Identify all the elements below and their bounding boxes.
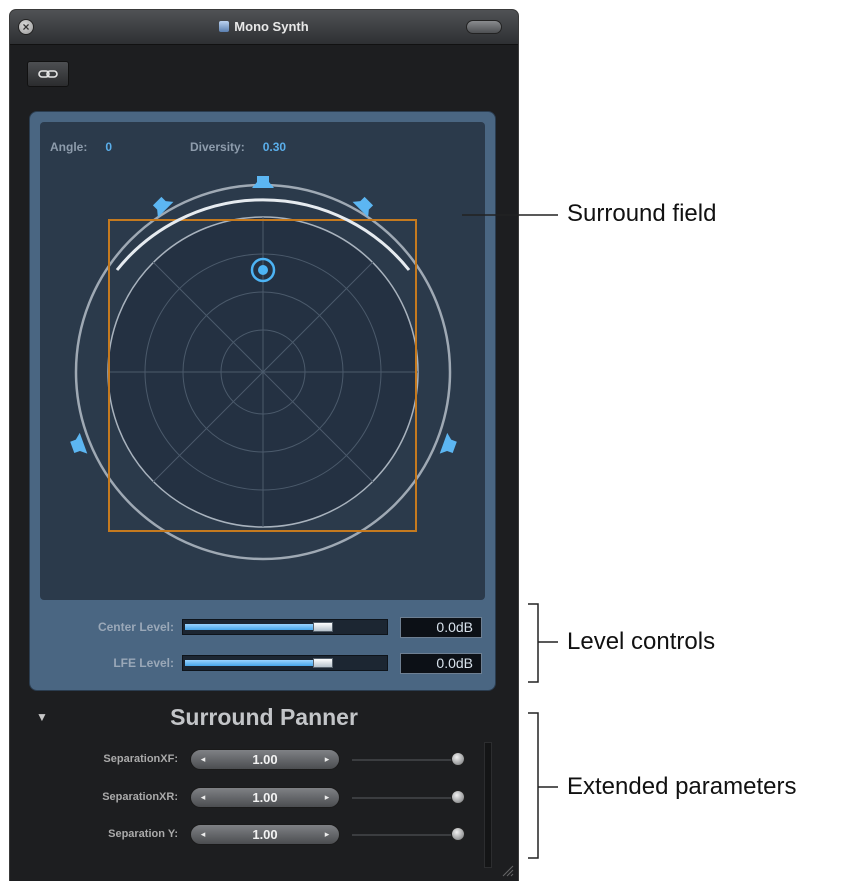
annotation-surround-field: Surround field	[567, 200, 717, 227]
annotation-lines	[462, 214, 558, 859]
annotation-level-controls: Level controls	[567, 628, 716, 655]
annotation-extended-parameters: Extended parameters	[567, 773, 797, 800]
